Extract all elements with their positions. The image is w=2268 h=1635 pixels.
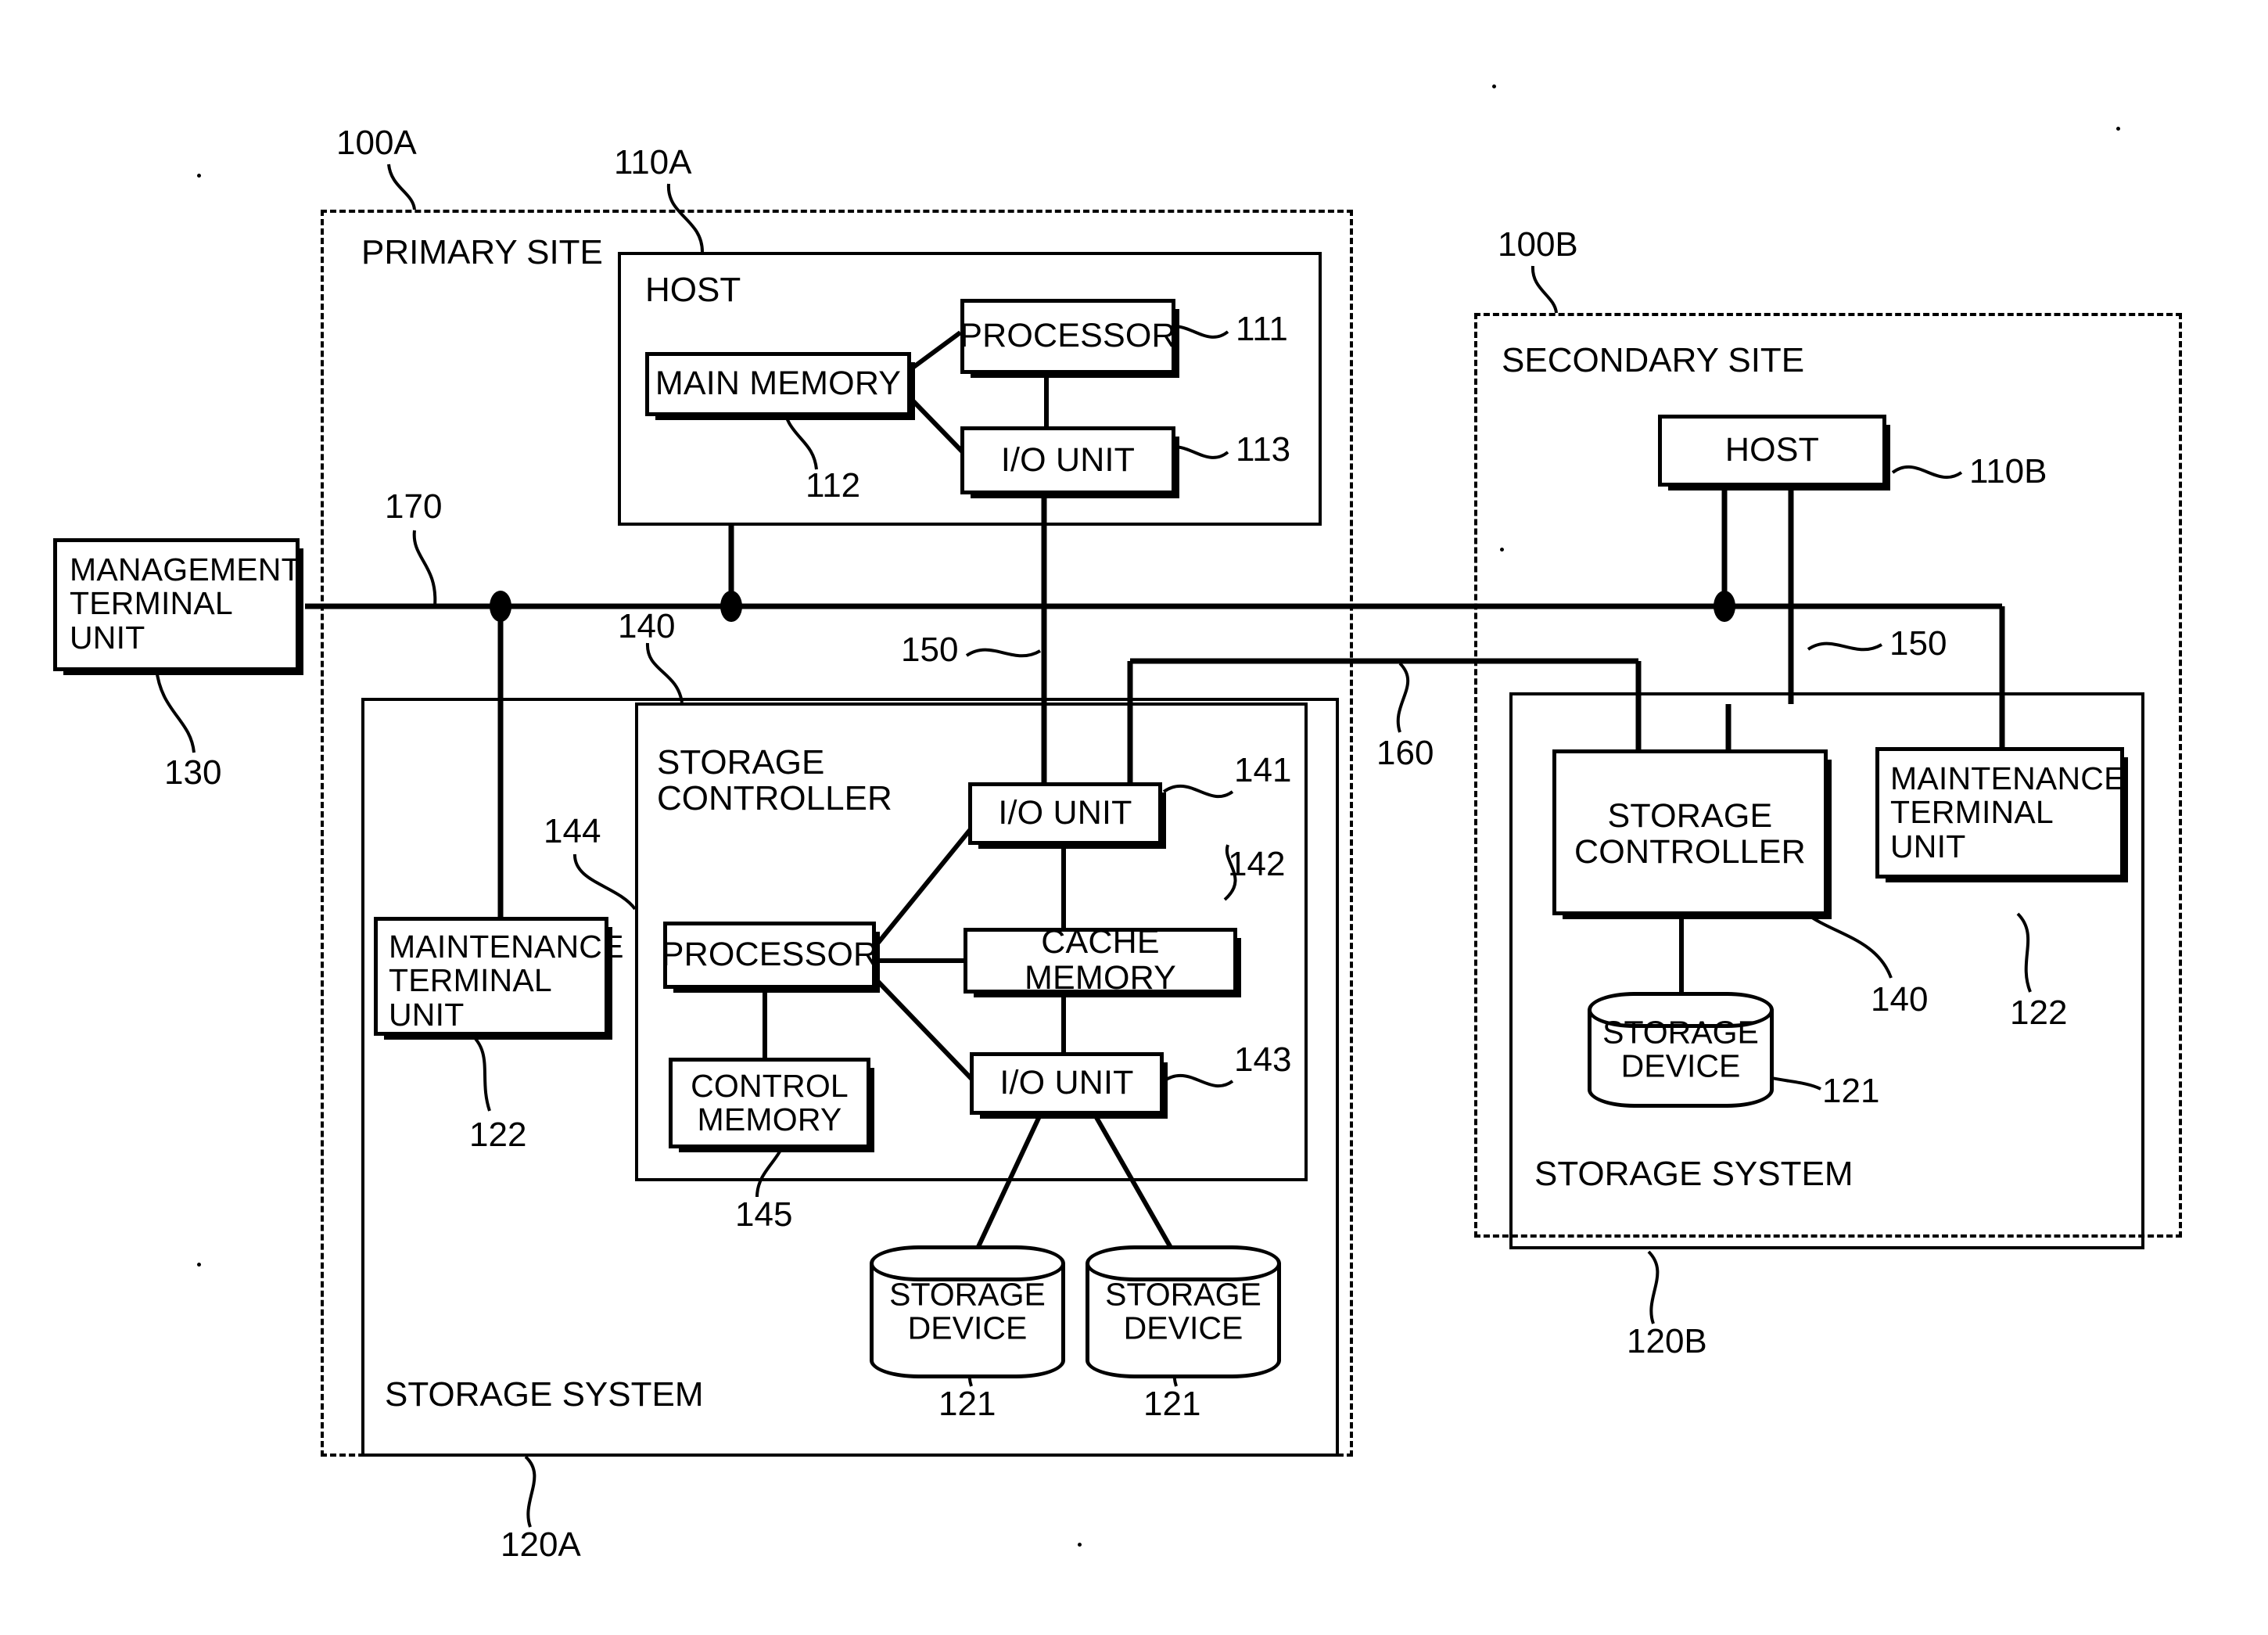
scan-speck xyxy=(1492,84,1496,88)
ref-120b: 120B xyxy=(1627,1322,1707,1360)
controller-io-unit-bottom-box: I/O UNIT xyxy=(970,1052,1164,1115)
primary-storage-device-1-label: STORAGE DEVICE xyxy=(889,1276,1046,1346)
host-io-unit-box: I/O UNIT xyxy=(960,426,1175,494)
patent-figure-canvas: PRIMARY SITE 100A HOST 110A PROCESSOR 11… xyxy=(0,0,2268,1635)
primary-maintenance-terminal-unit-box: MAINTENANCE TERMINAL UNIT xyxy=(374,917,623,1036)
ref-145: 145 xyxy=(735,1195,793,1234)
scan-speck xyxy=(197,174,201,178)
ref-143: 143 xyxy=(1234,1040,1292,1079)
controller-processor-box: PROCESSOR xyxy=(661,922,878,989)
ref-100a: 100A xyxy=(336,124,417,162)
ref-122-secondary: 122 xyxy=(2010,994,2068,1032)
primary-storage-system-caption: STORAGE SYSTEM xyxy=(385,1375,704,1414)
host-main-memory-box: MAIN MEMORY xyxy=(645,352,911,416)
host-io-unit-label: I/O UNIT xyxy=(1000,440,1136,479)
primary-maintenance-terminal-unit-label: MAINTENANCE TERMINAL UNIT xyxy=(389,929,624,1033)
ref-111: 111 xyxy=(1236,310,1288,348)
secondary-site-caption: SECONDARY SITE xyxy=(1502,341,1805,379)
secondary-storage-system-caption: STORAGE SYSTEM xyxy=(1534,1155,1854,1193)
primary-storage-device-2: STORAGE DEVICE xyxy=(1086,1245,1281,1378)
ref-150-primary: 150 xyxy=(901,631,959,669)
ref-160: 160 xyxy=(1376,734,1434,772)
secondary-maintenance-terminal-unit-label: MAINTENANCE TERMINAL UNIT xyxy=(1890,760,2126,864)
management-terminal-unit-box: MANAGEMENT TERMINAL UNIT xyxy=(53,538,301,671)
ref-110b: 110B xyxy=(1969,452,2047,490)
ref-121-secondary: 121 xyxy=(1822,1072,1880,1110)
host-main-memory-label: MAIN MEMORY xyxy=(655,365,902,403)
scan-speck xyxy=(1078,1543,1082,1547)
ref-113: 113 xyxy=(1236,430,1291,469)
host-processor-box: PROCESSOR xyxy=(960,299,1176,374)
controller-io-unit-bottom-label: I/O UNIT xyxy=(999,1064,1134,1102)
controller-io-unit-top-label: I/O UNIT xyxy=(998,794,1132,832)
host-primary-caption: HOST xyxy=(645,271,741,309)
host-secondary-box: HOST xyxy=(1658,415,1886,487)
ref-121-primary-1: 121 xyxy=(938,1385,996,1423)
ref-120a: 120A xyxy=(501,1525,581,1564)
controller-cache-memory-label: CACHE MEMORY xyxy=(1025,923,1176,997)
secondary-storage-controller-label: STORAGE CONTROLLER xyxy=(1574,797,1806,871)
management-terminal-unit-label: MANAGEMENT TERMINAL UNIT xyxy=(70,552,301,656)
ref-130: 130 xyxy=(164,753,222,792)
ref-122-primary: 122 xyxy=(469,1116,527,1154)
host-secondary-label: HOST xyxy=(1724,431,1820,469)
scan-speck xyxy=(1500,548,1504,552)
controller-processor-label: PROCESSOR xyxy=(661,936,878,974)
primary-site-caption: PRIMARY SITE xyxy=(361,233,603,271)
primary-storage-device-1: STORAGE DEVICE xyxy=(870,1245,1065,1378)
ref-150-secondary: 150 xyxy=(1889,624,1947,663)
ref-121-primary-2: 121 xyxy=(1143,1385,1201,1423)
controller-io-unit-top-box: I/O UNIT xyxy=(968,782,1162,845)
scan-speck xyxy=(2116,127,2120,131)
primary-storage-device-2-label: STORAGE DEVICE xyxy=(1105,1276,1261,1346)
secondary-storage-device-label: STORAGE DEVICE xyxy=(1602,1014,1759,1084)
ref-141: 141 xyxy=(1234,751,1292,789)
ref-142: 142 xyxy=(1228,845,1286,883)
host-processor-label: PROCESSOR xyxy=(960,317,1176,355)
controller-cache-memory-box: CACHE MEMORY xyxy=(964,923,1237,997)
ref-140-primary: 140 xyxy=(618,607,676,645)
controller-control-memory-box: CONTROL MEMORY xyxy=(669,1058,870,1148)
scan-speck xyxy=(197,1263,201,1267)
ref-144: 144 xyxy=(544,812,601,850)
ref-100b: 100B xyxy=(1498,225,1578,264)
controller-control-memory-label: CONTROL MEMORY xyxy=(691,1067,849,1137)
ref-112: 112 xyxy=(806,466,861,505)
secondary-storage-controller-box: STORAGE CONTROLLER xyxy=(1552,749,1828,915)
ref-110a: 110A xyxy=(614,143,692,181)
ref-170: 170 xyxy=(385,487,443,526)
secondary-storage-device: STORAGE DEVICE xyxy=(1588,992,1774,1108)
secondary-maintenance-terminal-unit-box: MAINTENANCE TERMINAL UNIT xyxy=(1875,747,2126,879)
ref-140-secondary: 140 xyxy=(1871,980,1929,1019)
primary-storage-controller-caption: STORAGE CONTROLLER xyxy=(657,743,892,818)
